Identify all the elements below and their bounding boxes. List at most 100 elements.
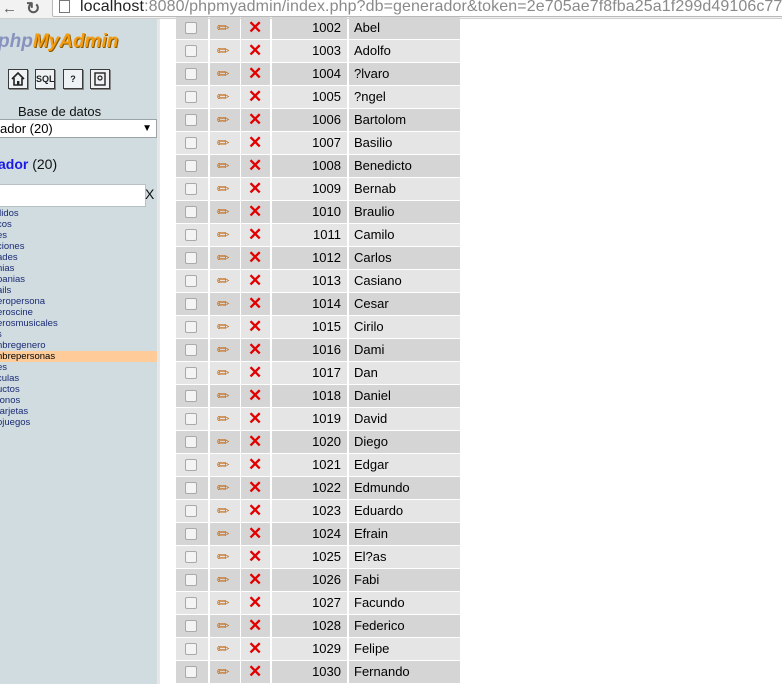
row-checkbox[interactable] — [185, 574, 197, 586]
delete-x-icon[interactable]: ✕ — [248, 571, 262, 588]
name-cell[interactable]: Cesar — [349, 293, 460, 315]
id-cell[interactable]: 1022 — [272, 477, 347, 499]
reload-icon[interactable]: ↻ — [26, 0, 44, 18]
row-checkbox[interactable] — [185, 528, 197, 540]
clear-filter-button[interactable]: X — [145, 186, 154, 202]
pencil-icon[interactable]: ✏ — [217, 619, 230, 634]
sidebar-table-link[interactable]: llidos — [0, 208, 157, 219]
sidebar-table-link[interactable]: ails — [0, 285, 157, 296]
id-cell[interactable]: 1004 — [272, 63, 347, 85]
sidebar-table-link[interactable]: nbregenero — [0, 340, 157, 351]
delete-x-icon[interactable]: ✕ — [248, 111, 262, 128]
sidebar-table-link[interactable]: cos — [0, 219, 157, 230]
name-cell[interactable]: Federico — [349, 615, 460, 637]
delete-x-icon[interactable]: ✕ — [248, 249, 262, 266]
row-checkbox[interactable] — [185, 643, 197, 655]
id-cell[interactable]: 1019 — [272, 408, 347, 430]
name-cell[interactable]: Dan — [349, 362, 460, 384]
sidebar-table-link[interactable]: uctos — [0, 384, 157, 395]
name-cell[interactable]: Facundo — [349, 592, 460, 614]
pencil-icon[interactable]: ✏ — [217, 274, 230, 289]
id-cell[interactable]: 1020 — [272, 431, 347, 453]
name-cell[interactable]: Felipe — [349, 638, 460, 660]
delete-x-icon[interactable]: ✕ — [248, 180, 262, 197]
id-cell[interactable]: 1029 — [272, 638, 347, 660]
pencil-icon[interactable]: ✏ — [217, 182, 230, 197]
delete-x-icon[interactable]: ✕ — [248, 88, 262, 105]
pencil-icon[interactable]: ✏ — [217, 435, 230, 450]
delete-x-icon[interactable]: ✕ — [248, 341, 262, 358]
name-cell[interactable]: Bernab — [349, 178, 460, 200]
id-cell[interactable]: 1021 — [272, 454, 347, 476]
row-checkbox[interactable] — [185, 229, 197, 241]
row-checkbox[interactable] — [185, 321, 197, 333]
id-cell[interactable]: 1010 — [272, 201, 347, 223]
pencil-icon[interactable]: ✏ — [217, 550, 230, 565]
pencil-icon[interactable]: ✏ — [217, 642, 230, 657]
pencil-icon[interactable]: ✏ — [217, 366, 230, 381]
name-cell[interactable]: El?as — [349, 546, 460, 568]
pencil-icon[interactable]: ✏ — [217, 504, 230, 519]
id-cell[interactable]: 1025 — [272, 546, 347, 568]
database-name-link[interactable]: ador (20) — [0, 156, 57, 172]
name-cell[interactable]: ?lvaro — [349, 63, 460, 85]
row-checkbox[interactable] — [185, 597, 197, 609]
delete-x-icon[interactable]: ✕ — [248, 502, 262, 519]
delete-x-icon[interactable]: ✕ — [248, 134, 262, 151]
delete-x-icon[interactable]: ✕ — [248, 42, 262, 59]
name-cell[interactable]: Bartolom — [349, 109, 460, 131]
pencil-icon[interactable]: ✏ — [217, 596, 230, 611]
id-cell[interactable]: 1027 — [272, 592, 347, 614]
table-filter-input[interactable] — [0, 184, 146, 207]
id-cell[interactable]: 1002 — [272, 17, 347, 39]
row-checkbox[interactable] — [185, 45, 197, 57]
sidebar-table-link[interactable]: eropersona — [0, 296, 157, 307]
row-checkbox[interactable] — [185, 183, 197, 195]
delete-x-icon[interactable]: ✕ — [248, 272, 262, 289]
pencil-icon[interactable]: ✏ — [217, 67, 230, 82]
phpmyadmin-logo[interactable]: phpMyAdmin — [0, 31, 118, 53]
id-cell[interactable]: 1014 — [272, 293, 347, 315]
name-cell[interactable]: Braulio — [349, 201, 460, 223]
row-checkbox[interactable] — [185, 252, 197, 264]
home-icon[interactable] — [8, 69, 28, 89]
id-cell[interactable]: 1003 — [272, 40, 347, 62]
name-cell[interactable]: Benedicto — [349, 155, 460, 177]
row-checkbox[interactable] — [185, 298, 197, 310]
delete-x-icon[interactable]: ✕ — [248, 65, 262, 82]
sidebar-table-link[interactable]: s — [0, 329, 157, 340]
sidebar-table-link[interactable]: ciones — [0, 241, 157, 252]
row-checkbox[interactable] — [185, 91, 197, 103]
row-checkbox[interactable] — [185, 114, 197, 126]
delete-x-icon[interactable]: ✕ — [248, 364, 262, 381]
id-cell[interactable]: 1011 — [272, 224, 347, 246]
delete-x-icon[interactable]: ✕ — [248, 157, 262, 174]
row-checkbox[interactable] — [185, 206, 197, 218]
pencil-icon[interactable]: ✏ — [217, 228, 230, 243]
name-cell[interactable]: David — [349, 408, 460, 430]
delete-x-icon[interactable]: ✕ — [248, 226, 262, 243]
pencil-icon[interactable]: ✏ — [217, 136, 230, 151]
sidebar-table-link[interactable]: eroscine — [0, 307, 157, 318]
pencil-icon[interactable]: ✏ — [217, 44, 230, 59]
id-cell[interactable]: 1008 — [272, 155, 347, 177]
name-cell[interactable]: Carlos — [349, 247, 460, 269]
row-checkbox[interactable] — [185, 137, 197, 149]
delete-x-icon[interactable]: ✕ — [248, 479, 262, 496]
row-checkbox[interactable] — [185, 275, 197, 287]
pencil-icon[interactable]: ✏ — [217, 320, 230, 335]
row-checkbox[interactable] — [185, 22, 197, 34]
row-checkbox[interactable] — [185, 413, 197, 425]
name-cell[interactable]: Adolfo — [349, 40, 460, 62]
url-text[interactable]: localhost:8080/phpmyadmin/index.php?db=g… — [80, 0, 782, 16]
id-cell[interactable]: 1018 — [272, 385, 347, 407]
sidebar-table-link[interactable]: panias — [0, 274, 157, 285]
id-cell[interactable]: 1017 — [272, 362, 347, 384]
delete-x-icon[interactable]: ✕ — [248, 663, 262, 680]
name-cell[interactable]: Camilo — [349, 224, 460, 246]
name-cell[interactable]: Daniel — [349, 385, 460, 407]
id-cell[interactable]: 1023 — [272, 500, 347, 522]
id-cell[interactable]: 1005 — [272, 86, 347, 108]
id-cell[interactable]: 1016 — [272, 339, 347, 361]
id-cell[interactable]: 1012 — [272, 247, 347, 269]
